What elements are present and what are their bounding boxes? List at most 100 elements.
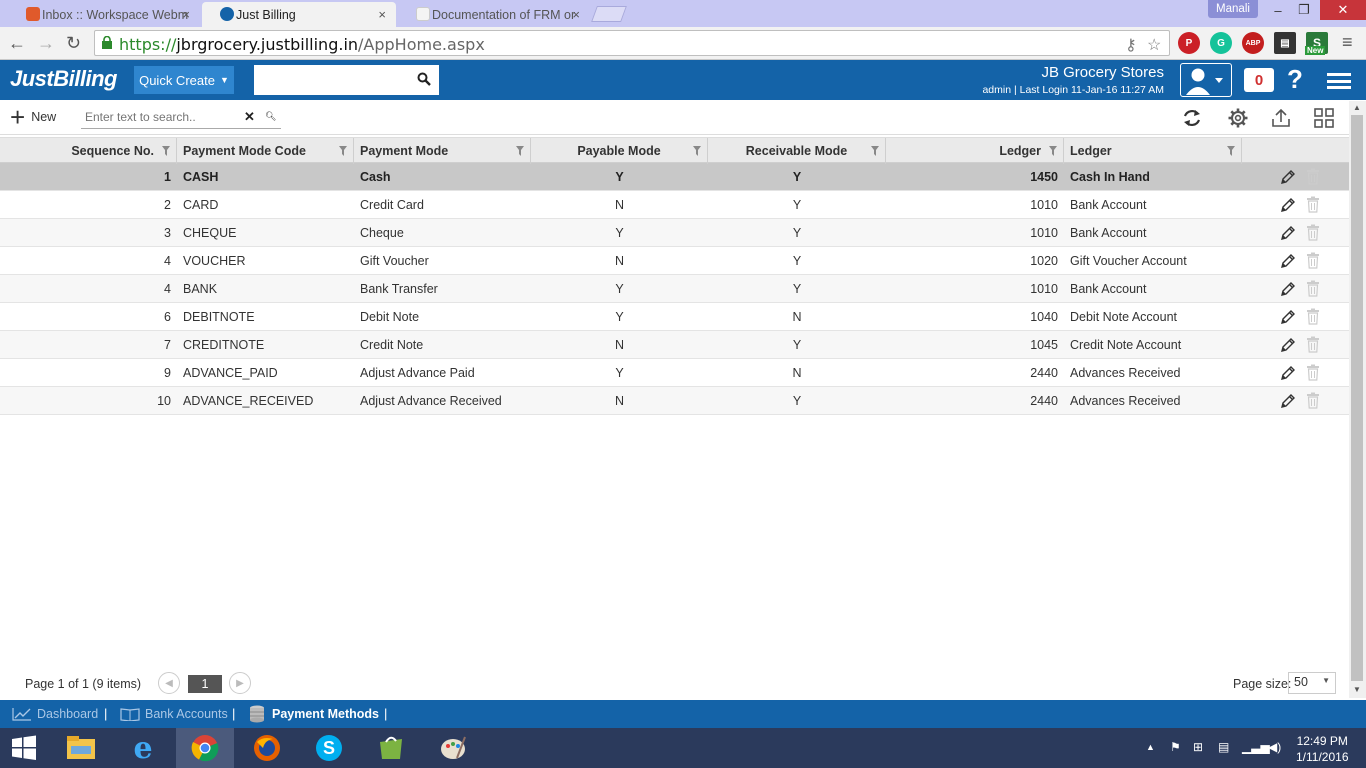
taskbar-clock[interactable]: 12:49 PM 1/11/2016 [1296,733,1349,765]
pinterest-icon[interactable]: P [1178,32,1200,54]
table-row[interactable]: 10 ADVANCE_RECEIVED Adjust Advance Recei… [0,387,1349,415]
delete-trash-icon[interactable] [1306,364,1320,381]
user-menu-button[interactable] [1180,63,1232,97]
edit-pencil-icon[interactable] [1280,225,1296,241]
table-row[interactable]: 6 DEBITNOTE Debit Note Y N 1040 Debit No… [0,303,1349,331]
footer-item-payment-methods[interactable]: Payment Methods [246,703,379,725]
grid-view-icon[interactable] [1313,107,1335,129]
edit-pencil-icon[interactable] [1280,169,1296,185]
vertical-scrollbar[interactable]: ▲ ▼ [1349,101,1366,698]
page-size-select[interactable]: 50 ▼ [1288,672,1336,694]
browser-menu-icon[interactable]: ≡ [1342,32,1353,53]
close-icon[interactable]: × [572,7,580,22]
filter-icon[interactable] [516,146,524,156]
column-header-ledger-number[interactable]: Ledger [886,138,1064,164]
footer-item-bank-accounts[interactable]: Bank Accounts [120,707,228,721]
key-icon[interactable]: ⚷ [1125,35,1137,55]
filter-icon[interactable] [339,146,347,156]
table-row[interactable]: 7 CREDITNOTE Credit Note N Y 1045 Credit… [0,331,1349,359]
edit-pencil-icon[interactable] [1280,365,1296,381]
chrome-icon[interactable] [176,728,234,768]
new-tab-button[interactable] [591,6,627,22]
table-row[interactable]: 2 CARD Credit Card N Y 1010 Bank Account [0,191,1349,219]
scrollbar-thumb[interactable] [1351,115,1363,681]
table-row[interactable]: 4 BANK Bank Transfer Y Y 1010 Bank Accou… [0,275,1349,303]
table-row[interactable]: 1 CASH Cash Y Y 1450 Cash In Hand [0,163,1349,191]
internet-explorer-icon[interactable]: e [114,728,172,768]
app-logo[interactable]: JustBilling [10,66,117,92]
column-header-receivable-mode[interactable]: Receivable Mode [708,138,886,164]
filter-icon[interactable] [1049,146,1057,156]
new-button[interactable]: + New [10,104,56,130]
restore-icon[interactable]: ❐ [1290,0,1318,20]
action-center-icon[interactable]: ▤ [1218,740,1229,754]
delete-trash-icon[interactable] [1306,308,1320,325]
search-icon[interactable]: 🔍︎ [265,111,276,122]
profile-name[interactable]: Manali [1208,0,1258,18]
hamburger-menu-icon[interactable] [1327,73,1351,89]
store-bag-icon[interactable] [362,728,420,768]
flag-icon[interactable]: ⚑ [1170,740,1181,754]
filter-icon[interactable] [162,146,170,156]
footer-item-dashboard[interactable]: Dashboard [12,707,98,721]
delete-trash-icon[interactable] [1306,280,1320,297]
reload-icon[interactable]: ↻ [66,33,81,54]
edit-pencil-icon[interactable] [1280,337,1296,353]
clear-icon[interactable]: ✕ [244,109,255,125]
edit-pencil-icon[interactable] [1280,309,1296,325]
edit-pencil-icon[interactable] [1280,197,1296,213]
firefox-icon[interactable] [238,728,296,768]
help-icon[interactable]: ? [1287,64,1303,95]
header-search-input[interactable] [254,65,439,95]
film-icon[interactable]: ▤ [1274,32,1296,54]
url-input[interactable]: https://jbrgrocery.justbilling.in/AppHom… [94,30,1170,56]
delete-trash-icon[interactable] [1306,336,1320,353]
prev-page-icon[interactable]: ◀ [158,672,180,694]
paint-palette-icon[interactable] [424,728,482,768]
window-close-icon[interactable]: ✕ [1320,0,1366,20]
forward-icon[interactable]: → [37,33,55,54]
show-hidden-icons[interactable]: ▲ [1146,742,1155,752]
grid-search-input[interactable] [81,107,231,127]
delete-trash-icon[interactable] [1306,224,1320,241]
edit-pencil-icon[interactable] [1280,281,1296,297]
table-row[interactable]: 9 ADVANCE_PAID Adjust Advance Paid Y N 2… [0,359,1349,387]
column-header-payable-mode[interactable]: Payable Mode [531,138,708,164]
browser-tab-just-billing[interactable]: Just Billing × [202,2,396,27]
table-row[interactable]: 4 VOUCHER Gift Voucher N Y 1020 Gift Vou… [0,247,1349,275]
column-header-ledger-name[interactable]: Ledger [1064,138,1242,164]
windows-icon[interactable]: ⊞ [1193,740,1203,754]
grammarly-icon[interactable]: G [1210,32,1232,54]
notification-badge[interactable]: 0 [1244,68,1274,92]
column-header-payment-mode-code[interactable]: Payment Mode Code [177,138,354,164]
column-header-sequence[interactable]: Sequence No. [0,138,177,164]
network-signal-icon[interactable]: ▁▃▅ [1242,740,1270,754]
export-upload-icon[interactable] [1270,107,1292,129]
edit-pencil-icon[interactable] [1280,393,1296,409]
settings-gear-icon[interactable] [1227,107,1249,129]
volume-icon[interactable]: ◀) [1268,740,1281,754]
browser-tab-documentation[interactable]: Documentation of FRM or × [398,2,590,27]
scroll-down-icon[interactable]: ▼ [1353,685,1361,694]
quick-create-button[interactable]: Quick Create ▼ [134,66,234,94]
skype-icon[interactable]: S [300,728,358,768]
page-number-button[interactable]: 1 [188,675,222,693]
delete-trash-icon[interactable] [1306,252,1320,269]
minimize-icon[interactable]: – [1264,0,1292,20]
adblock-icon[interactable]: ABP [1242,32,1264,54]
close-icon[interactable]: × [378,7,386,22]
column-header-payment-mode[interactable]: Payment Mode [354,138,531,164]
browser-tab-inbox[interactable]: Inbox :: Workspace Webm × [8,2,200,27]
filter-icon[interactable] [1227,146,1235,156]
windows-start-icon[interactable] [0,728,48,768]
search-icon[interactable] [417,72,431,86]
star-icon[interactable]: ☆ [1147,35,1161,55]
edit-pencil-icon[interactable] [1280,253,1296,269]
scroll-up-icon[interactable]: ▲ [1353,103,1361,112]
delete-trash-icon[interactable] [1306,196,1320,213]
delete-trash-icon[interactable] [1306,168,1320,185]
filter-icon[interactable] [871,146,879,156]
back-icon[interactable]: ← [8,33,26,54]
file-explorer-icon[interactable] [52,728,110,768]
table-row[interactable]: 3 CHEQUE Cheque Y Y 1010 Bank Account [0,219,1349,247]
